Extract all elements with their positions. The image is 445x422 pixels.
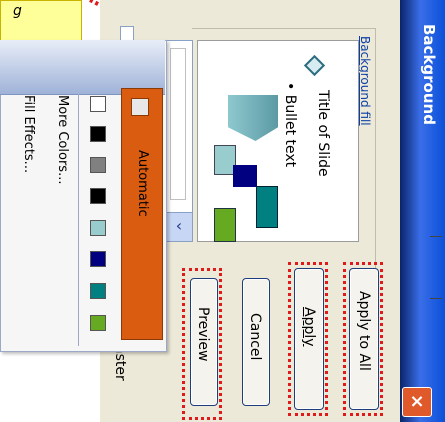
preview-title-text: Title of Slide (315, 90, 331, 177)
preview-highlight (182, 268, 222, 420)
background-fill-label: Background fill (358, 36, 372, 126)
preview-bar-4 (214, 208, 236, 242)
close-button[interactable]: × (402, 387, 432, 417)
automatic-label: Automatic (135, 150, 150, 217)
swatch-gray[interactable] (90, 157, 106, 173)
callout-text: g (13, 3, 22, 19)
divider (430, 298, 442, 299)
apply-to-all-highlight (343, 262, 383, 416)
preview-bar-3 (256, 186, 278, 228)
dialog-title: Background (420, 24, 438, 125)
combo-dropdown-arrow[interactable]: ‹ (165, 212, 193, 242)
menu-separator (78, 94, 79, 346)
swatch-black-2[interactable] (90, 188, 106, 204)
combo-field (170, 48, 186, 200)
swatch-light-teal[interactable] (90, 220, 106, 236)
fill-effects-option[interactable]: Fill Effects... (21, 95, 36, 173)
apply-highlight (288, 262, 328, 416)
swatch-green[interactable] (90, 315, 106, 331)
swatch-black[interactable] (90, 126, 106, 142)
swatch-white[interactable] (90, 96, 106, 112)
automatic-swatch (131, 98, 149, 116)
swatch-teal[interactable] (90, 283, 106, 299)
swatch-navy[interactable] (90, 251, 106, 267)
yellow-callout: g (0, 0, 82, 42)
divider (430, 236, 442, 237)
more-colors-option[interactable]: More Colors... (55, 95, 70, 184)
group-border-top (192, 28, 375, 29)
group-border (375, 28, 376, 280)
dropdown-header (0, 40, 165, 95)
cancel-label: Cancel (247, 313, 263, 361)
preview-bar-2 (233, 165, 257, 187)
preview-bullet-text: • Bullet text (282, 82, 298, 168)
cancel-button[interactable]: Cancel (242, 278, 270, 406)
